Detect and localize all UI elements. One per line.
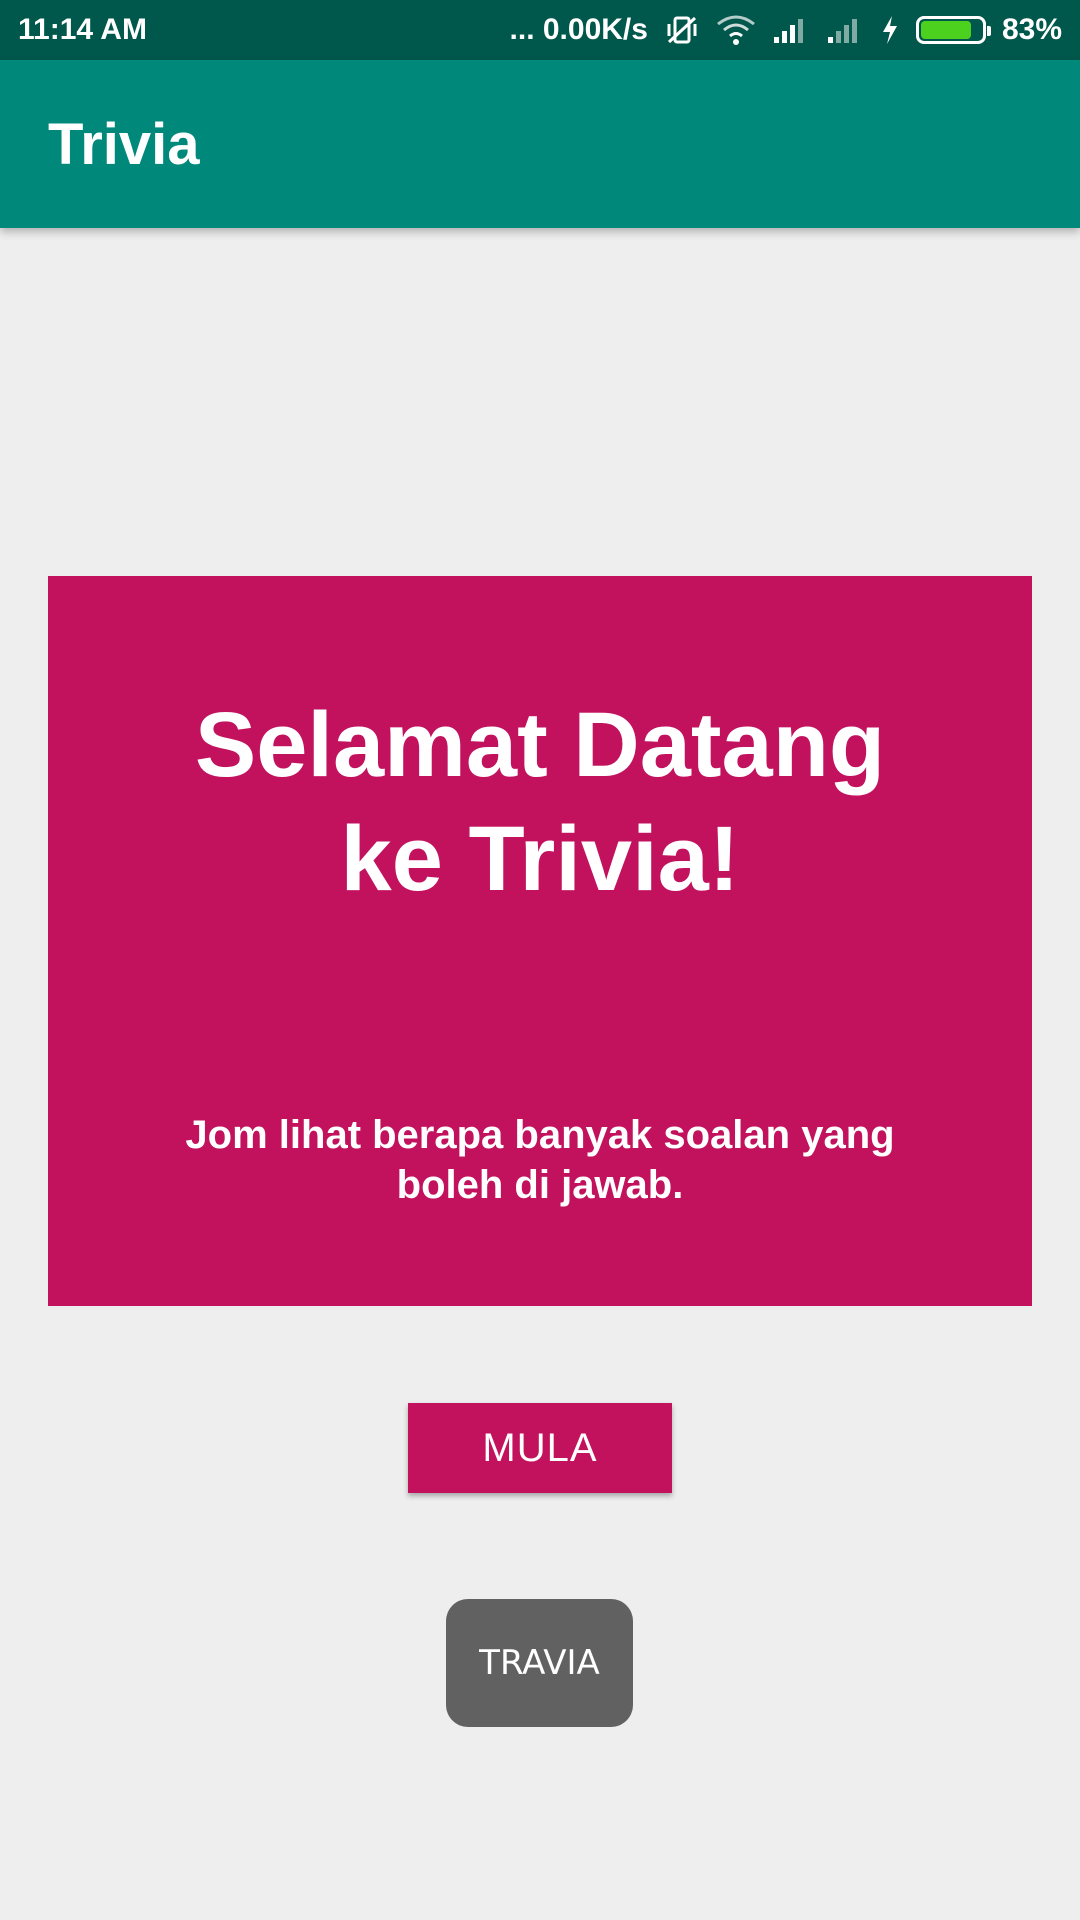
battery-fill	[920, 21, 971, 39]
signal-icon-2	[826, 10, 864, 50]
wifi-icon	[716, 10, 756, 50]
welcome-subtext: Jom lihat berapa banyak soalan yang bole…	[185, 1113, 895, 1207]
status-bar: 11:14 AM ... 0.00K/s 83%	[0, 0, 1080, 60]
welcome-headline: Selamat Datang ke Trivia!	[194, 694, 886, 910]
signal-icon	[772, 10, 810, 50]
toast-message: TRAVIA	[446, 1599, 633, 1727]
charging-icon	[880, 10, 900, 50]
welcome-card: Selamat Datang ke Trivia! Jom lihat bera…	[48, 576, 1032, 1306]
battery-percent: 83%	[1001, 13, 1062, 46]
vibrate-off-icon	[664, 10, 700, 50]
status-right: ... 0.00K/s 83%	[510, 10, 1062, 50]
network-speed: ... 0.00K/s	[509, 13, 648, 46]
app-title: Trivia	[48, 111, 200, 177]
app-bar: Trivia	[0, 60, 1080, 228]
status-time: 11:14 AM	[18, 13, 147, 46]
battery-icon	[915, 16, 991, 44]
start-button[interactable]: MULA	[408, 1403, 672, 1493]
